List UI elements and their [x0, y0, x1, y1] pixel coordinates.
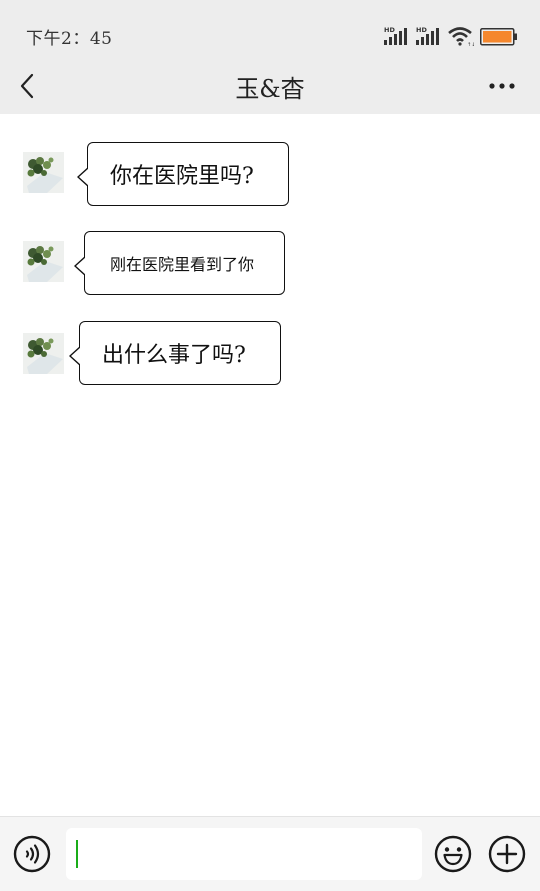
- signal-hd-icon: HD: [384, 26, 407, 45]
- wifi-icon: ↑↓: [448, 27, 474, 46]
- avatar-plant-icon: [23, 241, 64, 282]
- avatar-plant-icon: [23, 333, 64, 374]
- message-bubble[interactable]: 刚在医院里看到了你: [74, 231, 285, 295]
- battery-icon: [480, 28, 517, 46]
- status-time: 下午2：45: [26, 29, 113, 49]
- avatar[interactable]: [23, 333, 64, 374]
- emoji-button[interactable]: [434, 835, 472, 873]
- message-text: 你在医院里吗?: [110, 164, 254, 189]
- message-text: 出什么事了吗?: [102, 343, 246, 368]
- nav-bar: 玉&杳: [0, 60, 540, 114]
- more-functions-button[interactable]: [488, 835, 526, 873]
- message-text: 刚在医院里看到了你: [110, 255, 255, 274]
- svg-text:HD: HD: [384, 26, 395, 34]
- signal-hd-icon-2: HD: [416, 26, 439, 45]
- emoji-icon: [434, 835, 472, 873]
- chat-title: 玉&杳: [235, 75, 305, 103]
- svg-text:↑↓: ↑↓: [467, 42, 474, 46]
- plus-icon: [488, 835, 526, 873]
- voice-button[interactable]: [13, 835, 51, 873]
- message-row: 出什么事了吗?: [0, 321, 540, 391]
- avatar-plant-icon: [23, 152, 64, 193]
- avatar[interactable]: [23, 152, 64, 193]
- message-input[interactable]: [66, 828, 422, 880]
- chat-area: 你在医院里吗? 刚在医院里看到了你 出什么事了吗?: [0, 114, 540, 816]
- message-bubble[interactable]: 出什么事了吗?: [69, 321, 281, 385]
- avatar[interactable]: [23, 241, 64, 282]
- input-bar: [0, 816, 540, 891]
- status-icons: HD HD ↑↓: [384, 22, 518, 46]
- more-options-button[interactable]: [482, 66, 522, 106]
- svg-text:HD: HD: [416, 26, 427, 34]
- text-caret: [76, 840, 78, 868]
- message-row: 你在医院里吗?: [0, 142, 540, 212]
- more-dots-icon: [489, 83, 515, 89]
- message-row: 刚在医院里看到了你: [0, 231, 540, 301]
- status-bar: 下午2：45 HD HD ↑↓: [0, 0, 540, 60]
- message-bubble[interactable]: 你在医院里吗?: [77, 142, 289, 206]
- voice-icon: [13, 835, 51, 873]
